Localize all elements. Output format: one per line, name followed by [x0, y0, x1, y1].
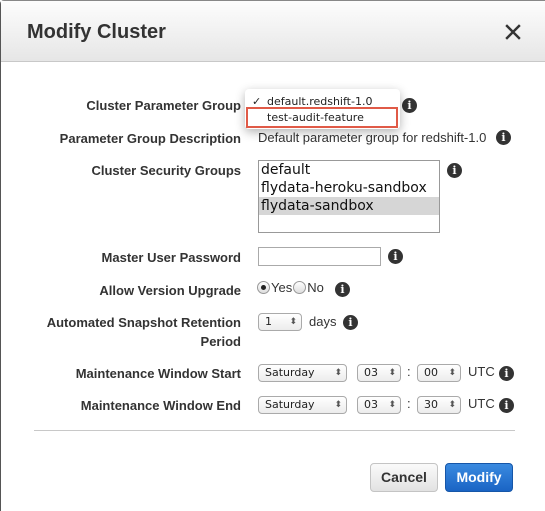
select-value: Saturday	[265, 398, 315, 411]
maintenance-end-hour-select[interactable]: 03 ⬍	[357, 396, 401, 414]
radio-no-label[interactable]: No	[307, 280, 324, 295]
maintenance-start-minute-select[interactable]: 00 ⬍	[417, 364, 461, 382]
maintenance-end-label: Maintenance Window End	[80, 398, 241, 413]
maintenance-end-day-select[interactable]: Saturday ⬍	[258, 396, 347, 414]
info-icon[interactable]: i	[343, 315, 358, 330]
master-password-label: Master User Password	[101, 250, 241, 265]
info-icon[interactable]: i	[335, 282, 350, 297]
select-arrow-icon: ⬍	[388, 368, 396, 378]
version-upgrade-radio-group: Yes No	[257, 280, 324, 295]
parameter-group-label: Cluster Parameter Group	[86, 98, 241, 113]
select-arrow-icon: ⬍	[448, 368, 456, 378]
info-icon[interactable]: i	[499, 366, 514, 381]
close-button[interactable]	[504, 23, 522, 41]
select-arrow-icon: ⬍	[448, 400, 456, 410]
maintenance-start-hour-select[interactable]: 03 ⬍	[357, 364, 401, 382]
snapshot-retention-select[interactable]: 1 ⬍	[258, 313, 302, 331]
info-icon[interactable]: i	[388, 249, 403, 264]
select-value: 03	[364, 398, 378, 411]
select-arrow-icon: ⬍	[289, 317, 297, 327]
select-value: 30	[424, 398, 438, 411]
select-arrow-icon: ⬍	[334, 400, 342, 410]
snapshot-retention-label-line2: Period	[200, 334, 241, 349]
info-icon[interactable]: i	[499, 398, 514, 413]
security-group-option-selected[interactable]: flydata-sandbox	[259, 197, 439, 215]
maintenance-end-minute-select[interactable]: 30 ⬍	[417, 396, 461, 414]
radio-yes-label[interactable]: Yes	[271, 280, 292, 295]
annotation-highlight-box	[246, 107, 398, 128]
security-groups-listbox[interactable]: default flydata-heroku-sandbox flydata-s…	[258, 160, 440, 233]
select-value: 00	[424, 366, 438, 379]
parameter-group-description-label: Parameter Group Description	[59, 131, 241, 146]
security-group-option[interactable]: flydata-heroku-sandbox	[259, 179, 439, 197]
maintenance-start-day-select[interactable]: Saturday ⬍	[258, 364, 347, 382]
maintenance-start-label: Maintenance Window Start	[75, 366, 241, 381]
time-separator: :	[407, 364, 411, 379]
dialog-title: Modify Cluster	[27, 21, 166, 43]
version-upgrade-label: Allow Version Upgrade	[99, 283, 241, 298]
timezone-label: UTC	[468, 364, 495, 379]
master-password-input[interactable]	[258, 247, 381, 266]
modify-button[interactable]: Modify	[445, 463, 513, 492]
radio-yes[interactable]	[257, 281, 270, 294]
select-arrow-icon: ⬍	[388, 400, 396, 410]
modify-cluster-dialog: Modify Cluster Cluster Parameter Group ✓…	[0, 0, 545, 511]
snapshot-retention-unit: days	[309, 314, 337, 329]
security-group-option[interactable]: default	[259, 161, 439, 179]
radio-no[interactable]	[293, 281, 307, 294]
dialog-header: Modify Cluster	[1, 1, 545, 62]
select-value: 1	[265, 315, 272, 328]
info-icon[interactable]: i	[447, 163, 462, 178]
time-separator: :	[407, 396, 411, 411]
close-icon	[505, 24, 521, 40]
info-icon[interactable]: i	[402, 98, 417, 113]
info-icon[interactable]: i	[496, 130, 511, 145]
timezone-label: UTC	[468, 396, 495, 411]
parameter-group-description-value: Default parameter group for redshift-1.0	[258, 130, 487, 145]
snapshot-retention-label-line1: Automated Snapshot Retention	[46, 315, 241, 330]
footer-divider	[34, 430, 515, 431]
security-groups-label: Cluster Security Groups	[91, 163, 241, 178]
select-value: Saturday	[265, 366, 315, 379]
snapshot-retention-label: Automated Snapshot Retention Period	[47, 313, 241, 351]
cancel-button[interactable]: Cancel	[370, 463, 438, 492]
select-arrow-icon: ⬍	[334, 368, 342, 378]
select-value: 03	[364, 366, 378, 379]
